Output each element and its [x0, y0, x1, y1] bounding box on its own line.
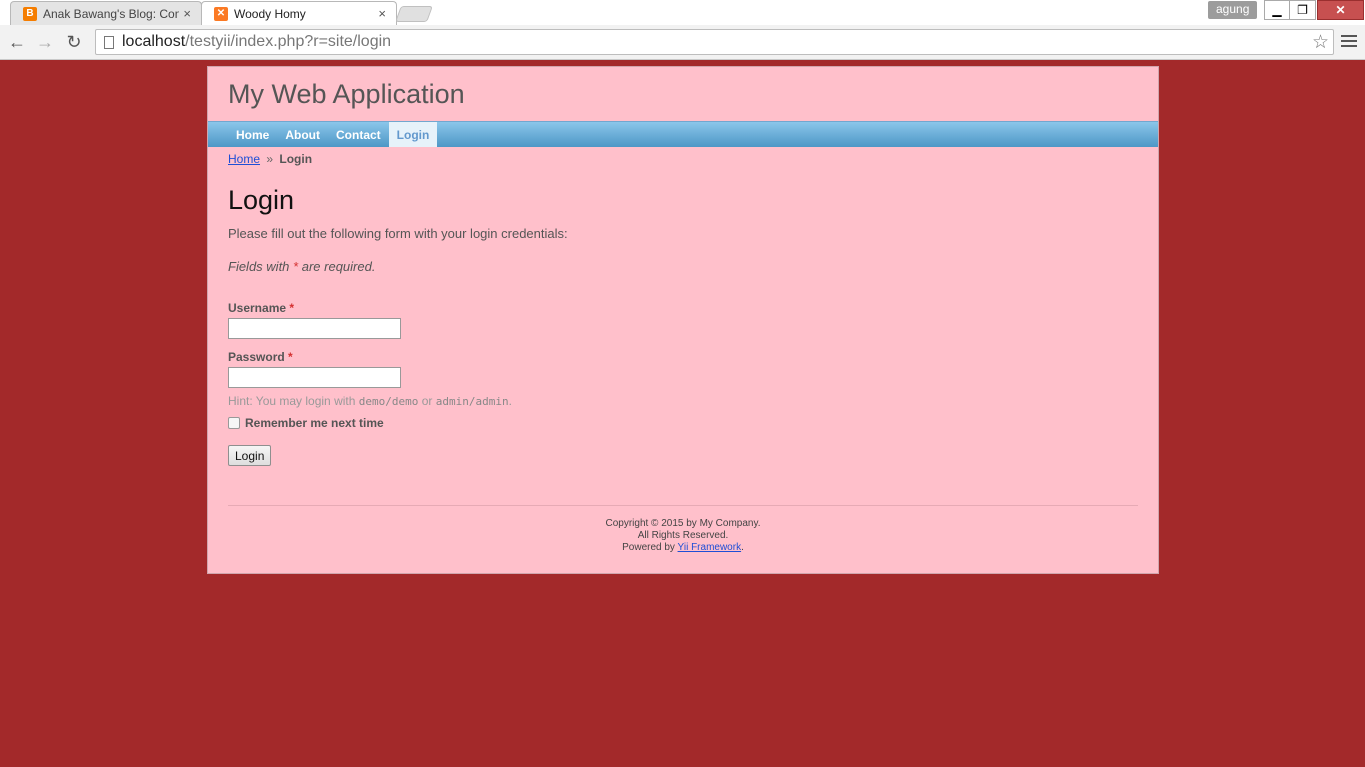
- browser-tab-blog[interactable]: B Anak Bawang's Blog: Cont ×: [10, 1, 202, 25]
- login-submit-button[interactable]: Login: [228, 445, 272, 466]
- window-close-icon[interactable]: ✕: [1317, 0, 1364, 20]
- required-suffix: are required.: [301, 259, 376, 274]
- site-footer: Copyright © 2015 by My Company. All Righ…: [208, 518, 1158, 554]
- main-menu: Home About Contact Login: [208, 121, 1158, 147]
- breadcrumb-current: Login: [279, 152, 313, 166]
- browser-tab-woody-homy[interactable]: ✕ Woody Homy ×: [201, 1, 397, 25]
- minimize-icon[interactable]: ▁: [1264, 0, 1290, 20]
- page-title: Login: [228, 185, 295, 215]
- login-content: Login Please fill out the following form…: [228, 185, 1128, 466]
- close-icon[interactable]: ×: [183, 6, 191, 21]
- profile-button[interactable]: agung: [1208, 1, 1258, 19]
- hint-prefix: Hint: You may login with: [228, 394, 356, 408]
- footer-copyright: Copyright © 2015 by My Company.: [605, 518, 761, 529]
- breadcrumb: Home » Login: [228, 152, 312, 166]
- close-icon[interactable]: ×: [378, 6, 386, 21]
- password-input[interactable]: [228, 367, 401, 388]
- username-label: Username *: [228, 301, 294, 315]
- menu-item-home[interactable]: Home: [228, 122, 277, 147]
- browser-toolbar: ← → ↻ localhost/testyii/index.php?r=site…: [0, 25, 1365, 60]
- required-star: *: [289, 301, 295, 315]
- tab-title: Woody Homy: [234, 6, 306, 21]
- restore-icon[interactable]: ❐: [1290, 0, 1316, 20]
- username-input[interactable]: [228, 318, 401, 339]
- browser-tabstrip: B Anak Bawang's Blog: Cont × ✕ Woody Hom…: [0, 0, 1365, 25]
- page-container: My Web Application Home About Contact Lo…: [207, 66, 1159, 574]
- menu-item-login[interactable]: Login: [388, 122, 438, 147]
- hint-or: or: [421, 394, 433, 408]
- breadcrumb-separator: »: [266, 152, 274, 166]
- login-hint: Hint: You may login with demo/demo or ad…: [228, 394, 512, 408]
- new-tab-button[interactable]: [395, 6, 433, 22]
- footer-powered: Powered by Yii Framework.: [208, 542, 1158, 554]
- remember-me-label[interactable]: Remember me next time: [245, 416, 384, 430]
- hint-admin: admin/admin: [435, 395, 509, 408]
- blogger-icon: B: [23, 6, 37, 21]
- breadcrumb-home-link[interactable]: Home: [228, 152, 260, 166]
- url-text[interactable]: localhost/testyii/index.php?r=site/login: [122, 33, 391, 51]
- site-logo: My Web Application: [228, 79, 465, 109]
- menu-item-contact[interactable]: Contact: [328, 122, 389, 147]
- required-prefix: Fields with: [228, 259, 290, 274]
- yii-framework-link[interactable]: Yii Framework: [678, 542, 742, 553]
- address-bar[interactable]: localhost/testyii/index.php?r=site/login…: [95, 29, 1334, 55]
- url-host: localhost: [122, 33, 186, 50]
- remember-me-row: Remember me next time: [228, 416, 384, 430]
- reload-icon[interactable]: ↻: [62, 30, 86, 54]
- username-label-text: Username: [228, 301, 287, 315]
- page-icon: [104, 35, 114, 49]
- site-header: My Web Application: [208, 67, 1158, 121]
- footer-rights: All Rights Reserved.: [637, 530, 729, 541]
- hamburger-menu-icon[interactable]: [1341, 33, 1357, 49]
- password-label: Password *: [228, 350, 293, 364]
- hint-demo: demo/demo: [358, 395, 419, 408]
- tab-title: Anak Bawang's Blog: Cont: [43, 6, 180, 21]
- back-arrow-icon[interactable]: ←: [5, 30, 29, 54]
- footer-powered-prefix: Powered by: [622, 542, 675, 553]
- required-star: *: [288, 350, 293, 364]
- password-label-text: Password: [228, 350, 285, 364]
- hint-end: .: [508, 394, 512, 408]
- intro-text: Please fill out the following form with …: [228, 226, 568, 241]
- url-path: /testyii/index.php?r=site/login: [185, 33, 392, 50]
- remember-me-checkbox[interactable]: [228, 417, 240, 429]
- footer-divider: [228, 505, 1138, 506]
- forward-arrow-icon[interactable]: →: [33, 30, 57, 54]
- required-note: Fields with * are required.: [228, 259, 1128, 274]
- bookmark-star-icon[interactable]: ☆: [1312, 31, 1329, 54]
- menu-item-about[interactable]: About: [277, 122, 328, 147]
- footer-powered-suffix: .: [741, 542, 744, 553]
- xampp-icon: ✕: [214, 6, 228, 21]
- required-star: *: [293, 259, 299, 274]
